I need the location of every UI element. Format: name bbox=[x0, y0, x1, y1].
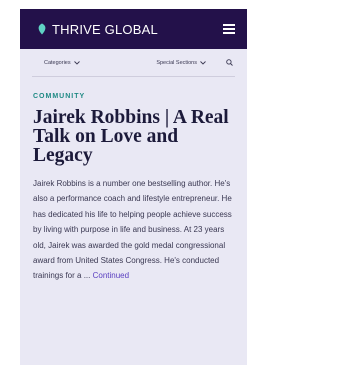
article-title[interactable]: Jairek Robbins | A Real Talk on Love and… bbox=[33, 108, 234, 166]
categories-dropdown[interactable]: Categories bbox=[44, 60, 80, 66]
continued-link[interactable]: Continued bbox=[93, 271, 129, 280]
article-content: COMMUNITY Jairek Robbins | A Real Talk o… bbox=[20, 93, 247, 284]
article-excerpt: Jairek Robbins is a number one bestselli… bbox=[33, 176, 234, 284]
special-sections-label: Special Sections bbox=[156, 59, 197, 66]
hamburger-menu-icon[interactable] bbox=[223, 24, 235, 34]
chevron-down-icon bbox=[73, 60, 80, 65]
top-navigation-bar: THRIVE GLOBAL bbox=[20, 9, 247, 49]
special-sections-dropdown[interactable]: Special Sections bbox=[156, 60, 206, 66]
search-icon[interactable] bbox=[226, 59, 233, 66]
thrive-global-logo[interactable]: THRIVE GLOBAL bbox=[36, 22, 158, 37]
sub-navigation: Categories Special Sections bbox=[32, 49, 235, 77]
chevron-down-icon bbox=[200, 60, 206, 65]
thrive-leaf-icon bbox=[38, 23, 46, 35]
logo-text: THRIVE GLOBAL bbox=[52, 21, 158, 37]
article-category[interactable]: COMMUNITY bbox=[33, 93, 234, 100]
mobile-page: THRIVE GLOBAL Categories Special Section… bbox=[20, 9, 247, 365]
categories-label: Categories bbox=[44, 59, 71, 66]
excerpt-text: Jairek Robbins is a number one bestselli… bbox=[33, 179, 232, 281]
